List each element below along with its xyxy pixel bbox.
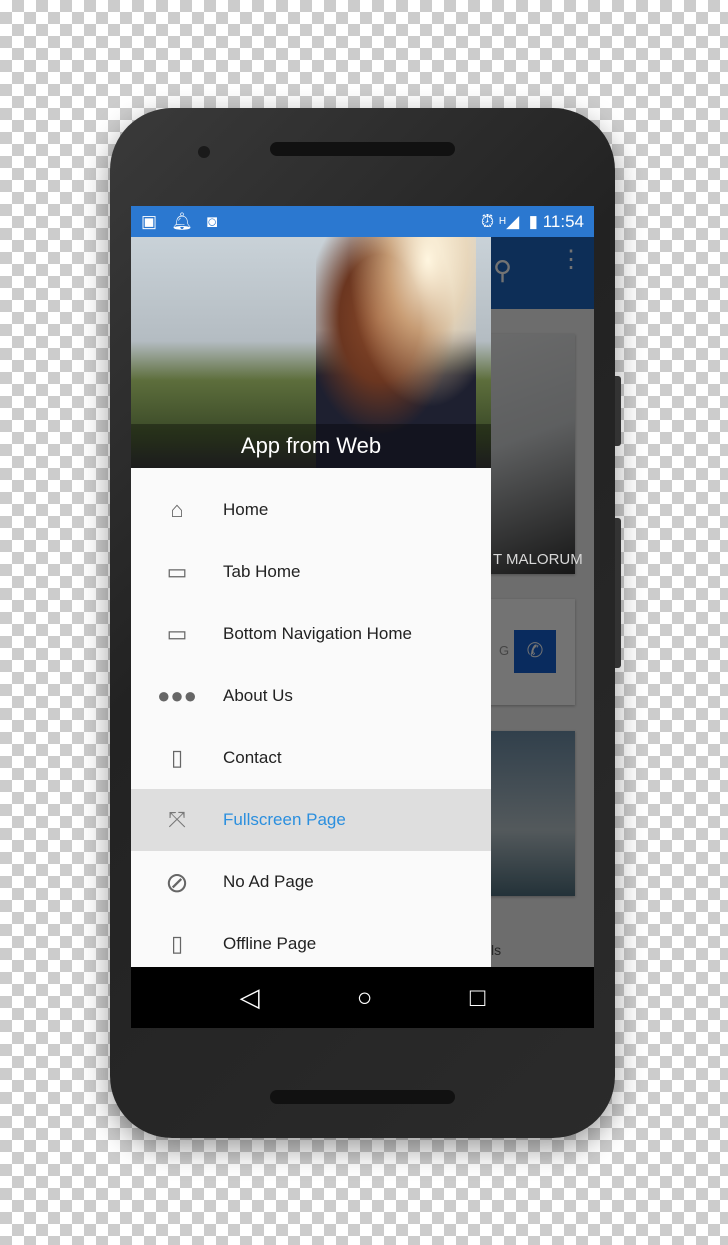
contact-book-icon: ▯ [170, 745, 184, 770]
bottom-speaker [270, 1090, 455, 1104]
phone-data-icon: ▯ [170, 931, 184, 956]
people-icon: ●●● [157, 683, 197, 708]
alarm-icon: ⏰︎ [480, 211, 495, 231]
front-camera [198, 146, 210, 158]
network-type: H [498, 216, 507, 227]
drawer-item-label: Bottom Navigation Home [223, 624, 412, 643]
drawer-item-contact[interactable]: ▯ Contact [131, 727, 491, 789]
drawer-item-about-us[interactable]: ●●● About Us [131, 665, 491, 727]
drawer-item-label: Fullscreen Page [223, 810, 346, 829]
drawer-item-label: Home [223, 500, 269, 519]
signal-icon: ◢ [506, 211, 520, 231]
bottom-navigation-icon: ▭ [166, 621, 188, 646]
drawer-item-fullscreen-page[interactable]: ⤧ Fullscreen Page [131, 789, 491, 851]
status-bar: ▣ 🔔︎ ◙ ⏰︎ H ◢ ▮ 11:54 [131, 206, 594, 237]
drawer-item-label: Contact [223, 748, 282, 767]
drawer-item-bottom-navigation-home[interactable]: ▭ Bottom Navigation Home [131, 603, 491, 665]
tab-icon: ▭ [166, 559, 188, 584]
back-icon[interactable]: ◁ [240, 982, 260, 1013]
clock: 11:54 [542, 211, 584, 231]
drawer-item-no-ad-page[interactable]: ⊘ No Ad Page [131, 851, 491, 913]
card-caption: T MALORUM [493, 551, 583, 568]
top-speaker [270, 142, 455, 156]
home-icon: ⌂ [170, 497, 184, 522]
home-circle-icon[interactable]: ○ [357, 982, 373, 1013]
android-icon: ◙ [207, 211, 218, 231]
image-icon: ▣ [141, 211, 158, 231]
drawer-item-offline-page[interactable]: ▯ Offline Page [131, 913, 491, 967]
drawer-item-label: About Us [223, 686, 293, 705]
fullscreen-icon: ⤧ [168, 807, 186, 832]
power-button [615, 518, 621, 668]
volume-button [615, 376, 621, 446]
navigation-drawer: App from Web ⌂ Home ▭ Tab Home ▭ Bottom Nav… [131, 237, 491, 967]
drawer-item-tab-home[interactable]: ▭ Tab Home [131, 541, 491, 603]
block-icon: ⊘ [165, 866, 189, 898]
drawer-header: App from Web [131, 237, 491, 468]
recents-icon[interactable]: □ [470, 982, 486, 1013]
battery-charging-icon: ▮ [528, 211, 538, 231]
system-nav-bar: ◁ ○ □ [131, 967, 594, 1028]
screen: G ✆ ls ⚲ ⋮ T MALORUM ▣ 🔔︎ ◙ ⏰︎ H ◢ ▮ 11:… [131, 206, 594, 1028]
drawer-item-label: No Ad Page [223, 872, 314, 891]
drawer-item-home[interactable]: ⌂ Home [131, 479, 491, 541]
bell-icon: 🔔︎ [171, 211, 193, 231]
drawer-item-label: Tab Home [223, 562, 301, 581]
drawer-item-label: Offline Page [223, 934, 317, 953]
drawer-header-title: App from Web [131, 424, 491, 468]
